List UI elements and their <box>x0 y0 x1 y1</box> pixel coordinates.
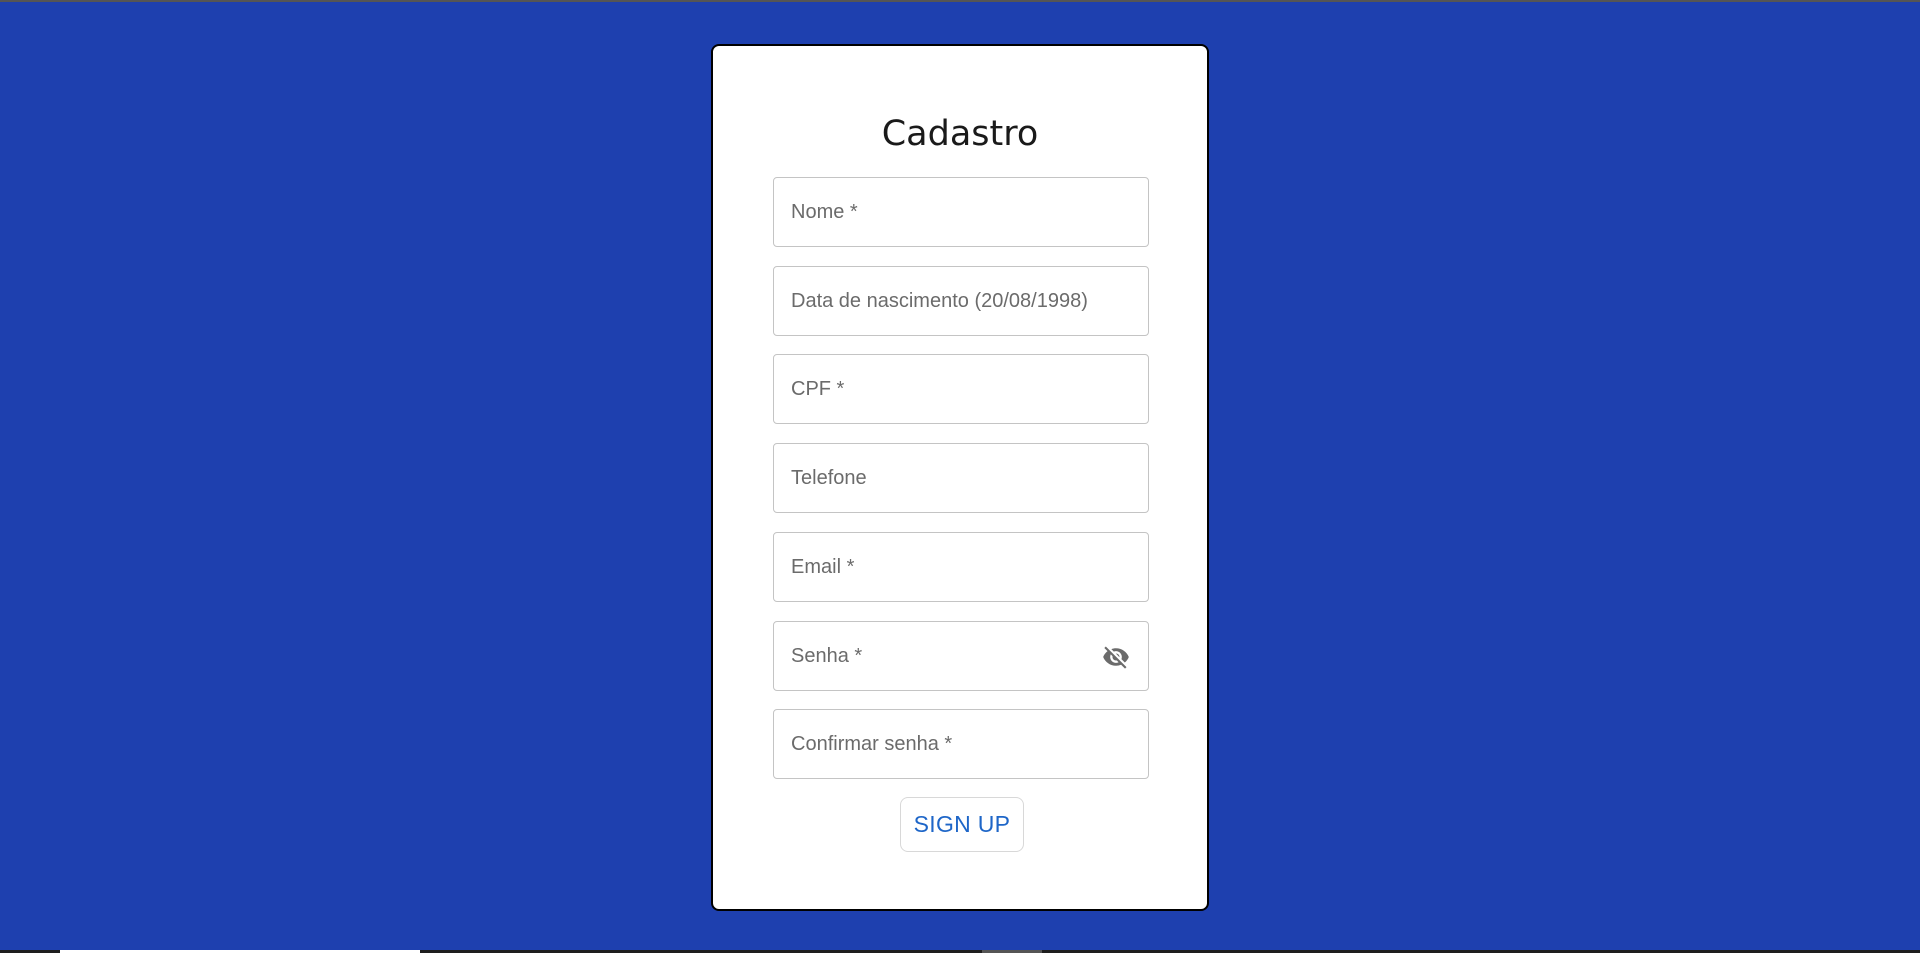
confirmar-senha-field[interactable] <box>773 709 1149 779</box>
senha-field[interactable] <box>773 621 1149 691</box>
senha-input[interactable] <box>774 622 1148 690</box>
nome-field[interactable] <box>773 177 1149 247</box>
eye-off-icon[interactable] <box>1102 643 1130 671</box>
telefone-input[interactable] <box>774 444 1148 512</box>
data-nascimento-input[interactable] <box>774 267 1148 335</box>
email-field[interactable] <box>773 532 1149 602</box>
signup-card: Cadastro SIGN UP <box>711 44 1209 911</box>
nome-input[interactable] <box>774 178 1148 246</box>
cpf-input[interactable] <box>774 355 1148 423</box>
data-nascimento-field[interactable] <box>773 266 1149 336</box>
sign-up-button[interactable]: SIGN UP <box>900 797 1024 852</box>
confirmar-senha-input[interactable] <box>774 710 1148 778</box>
telefone-field[interactable] <box>773 443 1149 513</box>
page-title: Cadastro <box>881 114 1039 154</box>
email-input[interactable] <box>774 533 1148 601</box>
cpf-field[interactable] <box>773 354 1149 424</box>
